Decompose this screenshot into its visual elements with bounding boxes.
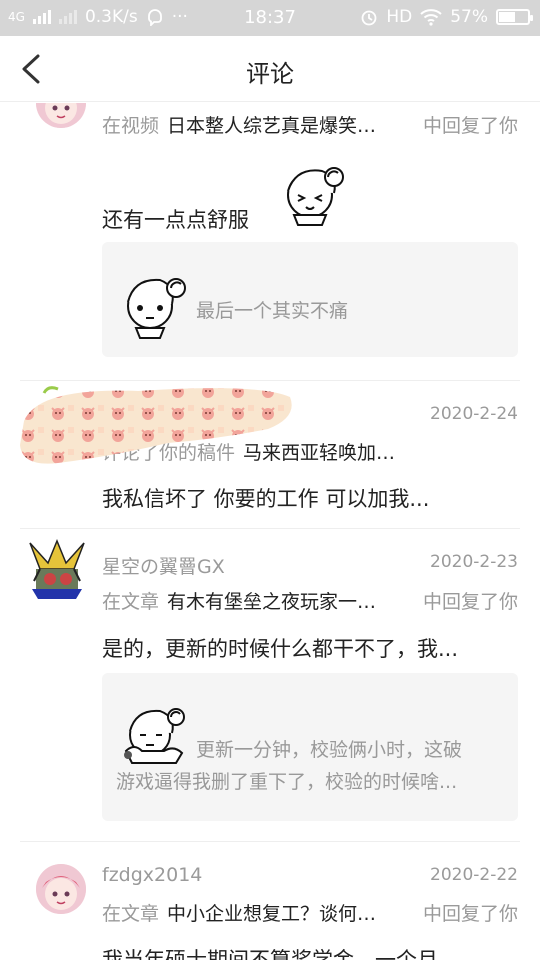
page-title: 评论 — [246, 60, 294, 88]
sticker-emoji — [287, 167, 344, 226]
comment-date: 2020-2-22 — [430, 865, 518, 885]
wifi-icon — [420, 9, 442, 26]
redaction-overlay — [20, 386, 292, 464]
avatar[interactable] — [36, 864, 86, 914]
nav-bar: 评论 — [0, 36, 540, 102]
quote-text: 最后一个其实不痛 — [196, 300, 349, 322]
hd-badge: HD — [386, 7, 413, 27]
battery-percent: 57% — [450, 7, 488, 27]
comment-username[interactable]: fzdgx2014 — [102, 864, 202, 886]
comment-date: 2020-2-24 — [430, 404, 518, 424]
comment-item[interactable]: 星空の翼罾GX 2020-2-23 在文章 有木有堡垒之夜玩家一… 中回复了你 … — [0, 529, 540, 841]
comment-body[interactable]: 还有一点点舒服 — [102, 204, 272, 234]
comment-body[interactable]: 我当年硕士期间不算奖学金，一个月... — [102, 944, 514, 960]
comment-username[interactable]: 星空の翼罾GX — [102, 552, 225, 579]
comment-body[interactable]: 是的，更新的时候什么都干不了，我... — [102, 633, 514, 663]
avatar[interactable] — [36, 103, 86, 128]
comment-date: 2020-2-23 — [430, 552, 518, 572]
quote-text-line2: 游戏逼得我删了重下了，校验的时候啥... — [116, 771, 458, 793]
comment-context: 在文章 有木有堡垒之夜玩家一… 中回复了你 — [102, 587, 518, 614]
comment-item[interactable]: 评论了你的稿件 马来西亚轻唤加… 2020-2-24 我私信坏了 你要的工作 可… — [0, 381, 540, 528]
comment-item[interactable]: 在视频 日本整人综艺真是爆笑… 中回复了你 还有一点点舒服 最后一个其实不痛 — [0, 103, 540, 380]
quoted-comment[interactable]: 更新一分钟，校验俩小时，这破 游戏逼得我删了重下了，校验的时候啥... — [102, 673, 518, 821]
quote-text-line1: 更新一分钟，校验俩小时，这破 — [196, 739, 463, 761]
battery-icon — [496, 9, 533, 25]
sticker-emoji — [127, 278, 186, 339]
comment-context: 在文章 中小企业想复工？谈何… 中回复了你 — [102, 899, 518, 926]
battery-fill — [499, 12, 515, 22]
comment-item[interactable]: fzdgx2014 2020-2-22 在文章 中小企业想复工？谈何… 中回复了… — [0, 842, 540, 960]
quoted-comment[interactable]: 最后一个其实不痛 — [102, 242, 518, 357]
comment-body[interactable]: 我私信坏了 你要的工作 可以加我... — [102, 483, 514, 513]
alarm-icon — [361, 10, 377, 26]
comment-context: 在视频 日本整人综艺真是爆笑… 中回复了你 — [102, 111, 518, 138]
avatar[interactable] — [26, 539, 88, 601]
source-link[interactable]: 日本整人综艺真是爆笑… — [167, 111, 376, 138]
source-link[interactable]: 有木有堡垒之夜玩家一… — [167, 587, 376, 614]
sticker-emoji — [124, 708, 185, 764]
status-bar: 4G 0.3K/s ··· 18:37 HD 57% — [0, 0, 540, 36]
comment-list[interactable]: 在视频 日本整人综艺真是爆笑… 中回复了你 还有一点点舒服 最后一个其实不痛 评… — [0, 103, 540, 960]
source-link[interactable]: 中小企业想复工？谈何… — [167, 899, 376, 926]
